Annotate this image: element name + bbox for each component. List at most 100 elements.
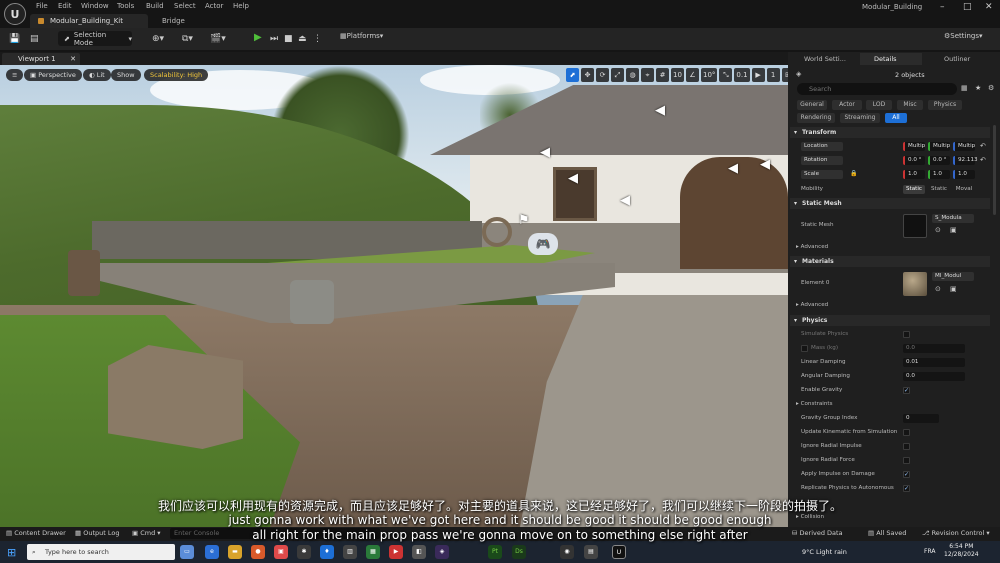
menu-actor[interactable]: Actor [205,2,223,10]
stop-icon[interactable]: ■ [284,32,293,46]
rotation-snap-value[interactable]: 10° [701,68,718,82]
eject-icon[interactable]: ⏏ [298,32,307,46]
taskbar-search-input[interactable]: ⌕ Type here to search [27,544,175,560]
scale-dropdown[interactable]: Scale [801,170,843,179]
add-actor-icon[interactable]: ⊕▾ [152,32,164,46]
gamepad-icon[interactable]: 🎮 [528,233,558,255]
property-matrix-icon[interactable]: ▦ [961,84,968,92]
scale-y-field[interactable]: 1.0 [928,170,950,179]
location-z-field[interactable]: Multip [953,142,975,151]
app-icon[interactable]: ◧ [412,545,426,559]
rotation-y-field[interactable]: 0.0 ° [928,156,950,165]
app-icon[interactable]: ▶ [389,545,403,559]
transform-section-header[interactable]: Transform [790,127,990,138]
blueprint-icon[interactable]: ⧉▾ [182,32,193,46]
viewport-menu-icon[interactable]: ≡ [6,69,24,81]
file-explorer-icon[interactable]: ▬ [228,545,242,559]
ignore-radial-force-checkbox[interactable] [903,457,910,464]
camera-speed-value[interactable]: 1 [766,68,780,82]
platforms-dropdown[interactable]: ▦ Platforms ▾ [340,32,383,40]
rotation-x-field[interactable]: 0.0 ° [903,156,925,165]
scale-x-field[interactable]: 1.0 [903,170,925,179]
favorite-star-icon[interactable]: ★ [975,84,981,92]
minimize-button[interactable]: – [940,2,945,12]
scale-snap-value[interactable]: 0.1 [734,68,750,82]
app-icon[interactable]: ▥ [343,545,357,559]
ignore-radial-impulse-checkbox[interactable] [903,443,910,450]
app-icon[interactable]: ♦ [320,545,334,559]
substance-designer-icon[interactable]: Ds [512,545,526,559]
perspective-button[interactable]: ▣ Perspective [24,69,82,81]
edge-icon[interactable]: e [205,545,219,559]
linear-damping-field[interactable]: 0.01 [903,358,965,367]
mass-field[interactable]: 0.0 [903,344,965,353]
filter-lod[interactable]: LOD [866,100,892,110]
material-dropdown[interactable]: MI_Modul [932,272,974,281]
surface-snap-icon[interactable]: ⌖ [641,68,654,82]
project-tab[interactable]: Modular_Building_Kit [30,14,148,28]
scale-tool-icon[interactable]: ⤢ [611,68,624,82]
static-mesh-advanced[interactable]: Advanced [796,244,829,250]
location-x-field[interactable]: Multip [903,142,925,151]
grid-snap-icon[interactable]: # [656,68,669,82]
camera-speed-icon[interactable]: ▶ [751,68,765,82]
menu-select[interactable]: Select [174,2,196,10]
gravity-group-field[interactable]: 0 [903,414,939,423]
weather-widget[interactable]: 9°C Light rain [802,548,847,556]
grid-snap-value[interactable]: 10 [671,68,684,82]
filter-rendering[interactable]: Rendering [797,113,835,123]
filter-physics[interactable]: Physics [928,100,962,110]
more-options-icon[interactable]: ⋮ [313,32,322,46]
substance-painter-icon[interactable]: Pt [488,545,502,559]
app-icon[interactable]: ▦ [366,545,380,559]
viewport-tab[interactable]: Viewport 1 ✕ [2,53,80,65]
rotation-snap-icon[interactable]: ∠ [686,68,699,82]
use-selected-icon[interactable]: ▣ [950,285,957,293]
unreal-engine-icon[interactable]: U [612,545,626,559]
unreal-logo-icon[interactable]: U [4,3,26,25]
static-mesh-section-header[interactable]: Static Mesh [790,198,990,209]
details-search-input[interactable]: Search [797,83,957,95]
tab-outliner[interactable]: Outliner [930,53,992,65]
close-button[interactable]: ✕ [985,2,993,12]
level-viewport[interactable]: ◀ ◀ ◀ ◀ ◀ ◀ ⚑ 🎮 [0,65,788,527]
audio-source-icon[interactable]: ◀ [620,193,630,208]
reset-arrow-icon[interactable]: ↶ [980,142,986,150]
world-space-icon[interactable]: ◍ [626,68,639,82]
materials-advanced[interactable]: Advanced [796,302,829,308]
app-icon[interactable]: ✱ [297,545,311,559]
use-selected-icon[interactable]: ▣ [950,226,957,234]
filter-general[interactable]: General [797,100,827,110]
menu-file[interactable]: File [36,2,48,10]
content-browser-icon[interactable]: ▤ [30,32,39,46]
menu-help[interactable]: Help [233,2,249,10]
details-scrollbar[interactable] [993,125,996,215]
skip-icon[interactable]: ⏭ [270,32,278,46]
audio-source-icon[interactable]: ◀ [568,171,578,186]
maximize-button[interactable]: □ [963,2,972,12]
angular-damping-field[interactable]: 0.0 [903,372,965,381]
app-icon[interactable]: ◈ [435,545,449,559]
replicate-physics-checkbox[interactable]: ✓ [903,485,910,492]
selection-mode-dropdown[interactable]: ⬈ Selection Mode ▾ [58,31,132,47]
rotation-dropdown[interactable]: Rotation [801,156,843,165]
save-icon[interactable]: 💾 [9,32,20,46]
audio-source-icon[interactable]: ◀ [540,145,550,160]
location-dropdown[interactable]: Location [801,142,843,151]
app-icon[interactable]: ▤ [584,545,598,559]
menu-edit[interactable]: Edit [58,2,72,10]
scalability-button[interactable]: Scalability: High [144,69,209,81]
menu-build[interactable]: Build [146,2,164,10]
apply-impulse-checkbox[interactable]: ✓ [903,471,910,478]
task-view-icon[interactable]: ▭ [180,545,194,559]
close-icon[interactable]: ✕ [70,53,76,65]
constraints-subsection[interactable]: Constraints [796,401,833,407]
windows-start-icon[interactable]: ⊞ [7,546,16,559]
filter-actor[interactable]: Actor [832,100,862,110]
mobility-static-option[interactable]: Static [903,185,925,194]
mobility-stationary-option[interactable]: Static [928,185,950,194]
material-thumbnail[interactable] [903,272,927,296]
app-icon[interactable]: ◉ [560,545,574,559]
firefox-icon[interactable]: ● [251,545,265,559]
settings-button[interactable]: ⚙ Settings ▾ [944,32,983,40]
